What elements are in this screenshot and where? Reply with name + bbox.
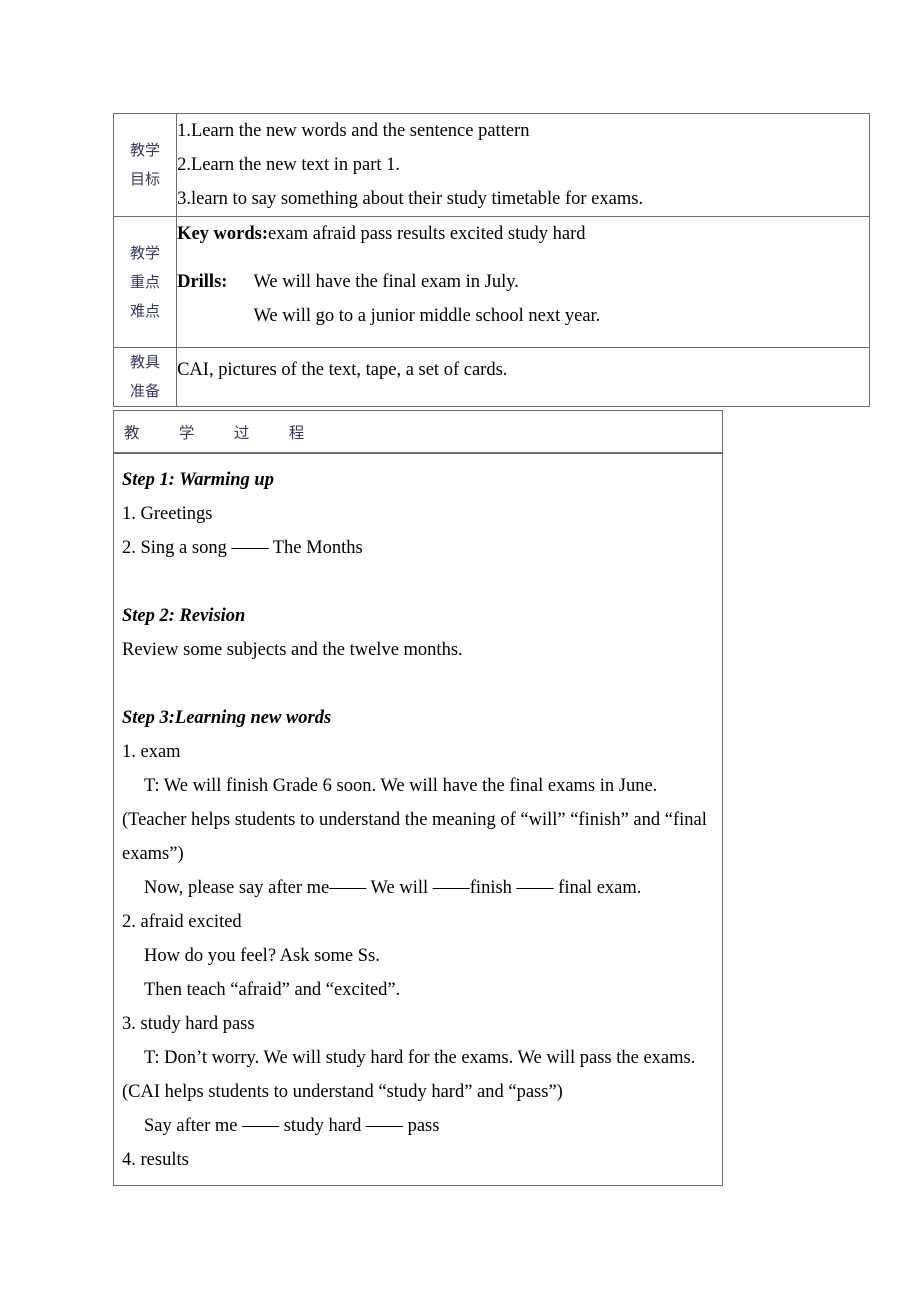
step-line: 3. study hard pass bbox=[122, 1014, 255, 1034]
drill-line: We will go to a junior middle school nex… bbox=[253, 306, 601, 326]
process-title: 教 学 过 程 bbox=[124, 424, 305, 442]
step-line: 1. Greetings bbox=[122, 504, 213, 524]
objective-line: 3.learn to say something about their stu… bbox=[177, 189, 644, 209]
lesson-steps-content: Step 1: Warming up 1. Greetings 2. Sing a … bbox=[122, 463, 714, 1177]
process-header-table: 教 学 过 程 bbox=[113, 410, 723, 454]
drill-line: We will have the final exam in July. bbox=[253, 272, 519, 292]
step-heading: Step 1: Warming up bbox=[122, 470, 274, 490]
step-line: 1. exam bbox=[122, 742, 181, 762]
table-row-key-points: 教学 重点 难点 Key words:exam afraid pass resu… bbox=[112, 216, 870, 348]
drills-lines: We will have the final exam in July. We … bbox=[227, 265, 600, 333]
label-line: 教具 bbox=[130, 353, 161, 371]
row-label-teaching-aids: 教具 准备 bbox=[112, 347, 178, 407]
label-line: 重点 bbox=[130, 272, 161, 291]
step-line: T: Don’t worry. We will study hard for t… bbox=[144, 1048, 696, 1068]
table-row-objectives: 教学 目标 1.Learn the new words and the sent… bbox=[112, 113, 870, 217]
aids-line: CAI, pictures of the text, tape, a set o… bbox=[177, 360, 508, 380]
table-row-process-body: Step 1: Warming up 1. Greetings 2. Sing a … bbox=[113, 452, 723, 1186]
step-line: 4. results bbox=[122, 1150, 189, 1170]
key-words-label: Key words: bbox=[177, 224, 269, 244]
step-line: (Teacher helps students to understand th… bbox=[122, 810, 707, 864]
step-heading: Step 3:Learning new words bbox=[122, 708, 332, 728]
step-line: Review some subjects and the twelve mont… bbox=[122, 640, 463, 660]
step-line: (CAI helps students to understand “study… bbox=[122, 1082, 563, 1102]
drills-label: Drills: bbox=[177, 272, 228, 292]
key-words-value: exam afraid pass results excited study h… bbox=[268, 224, 586, 244]
table-row-process-header: 教 学 过 程 bbox=[113, 410, 723, 454]
row-label-teaching-objectives: 教学 目标 bbox=[112, 113, 178, 217]
process-body-table: Step 1: Warming up 1. Greetings 2. Sing a … bbox=[113, 452, 723, 1186]
step-line: Say after me —— study hard —— pass bbox=[144, 1116, 440, 1136]
row-body-objectives: 1.Learn the new words and the sentence p… bbox=[176, 113, 870, 217]
lesson-header-table: 教学 目标 1.Learn the new words and the sent… bbox=[112, 113, 870, 407]
process-body-cell: Step 1: Warming up 1. Greetings 2. Sing a … bbox=[113, 452, 723, 1186]
label-line: 教学 bbox=[130, 141, 161, 159]
step-line: 2. Sing a song —— The Months bbox=[122, 538, 363, 558]
key-words-line: Key words:exam afraid pass results excit… bbox=[177, 217, 869, 265]
step-line: 2. afraid excited bbox=[122, 912, 242, 932]
row-label-key-points: 教学 重点 难点 bbox=[112, 216, 178, 348]
label-line: 难点 bbox=[130, 301, 161, 320]
step-line: Then teach “afraid” and “excited”. bbox=[144, 980, 401, 1000]
objective-line: 2.Learn the new text in part 1. bbox=[177, 155, 401, 175]
objective-line: 1.Learn the new words and the sentence p… bbox=[177, 121, 530, 141]
step-line: T: We will finish Grade 6 soon. We will … bbox=[144, 776, 658, 796]
label-line: 教学 bbox=[130, 243, 161, 262]
step-line: Now, please say after me—— We will ——fin… bbox=[144, 878, 642, 898]
table-row-teaching-aids: 教具 准备 CAI, pictures of the text, tape, a… bbox=[112, 347, 870, 407]
step-heading: Step 2: Revision bbox=[122, 606, 246, 626]
step-line: How do you feel? Ask some Ss. bbox=[144, 946, 380, 966]
row-body-key-points: Key words:exam afraid pass results excit… bbox=[176, 216, 870, 348]
label-line: 准备 bbox=[130, 382, 161, 400]
process-header-cell: 教 学 过 程 bbox=[113, 410, 723, 454]
label-line: 目标 bbox=[130, 170, 161, 188]
drills-block: Drills: We will have the final exam in J… bbox=[177, 265, 869, 333]
document-page: 教学 目标 1.Learn the new words and the sent… bbox=[0, 0, 920, 1302]
row-body-teaching-aids: CAI, pictures of the text, tape, a set o… bbox=[176, 347, 870, 407]
